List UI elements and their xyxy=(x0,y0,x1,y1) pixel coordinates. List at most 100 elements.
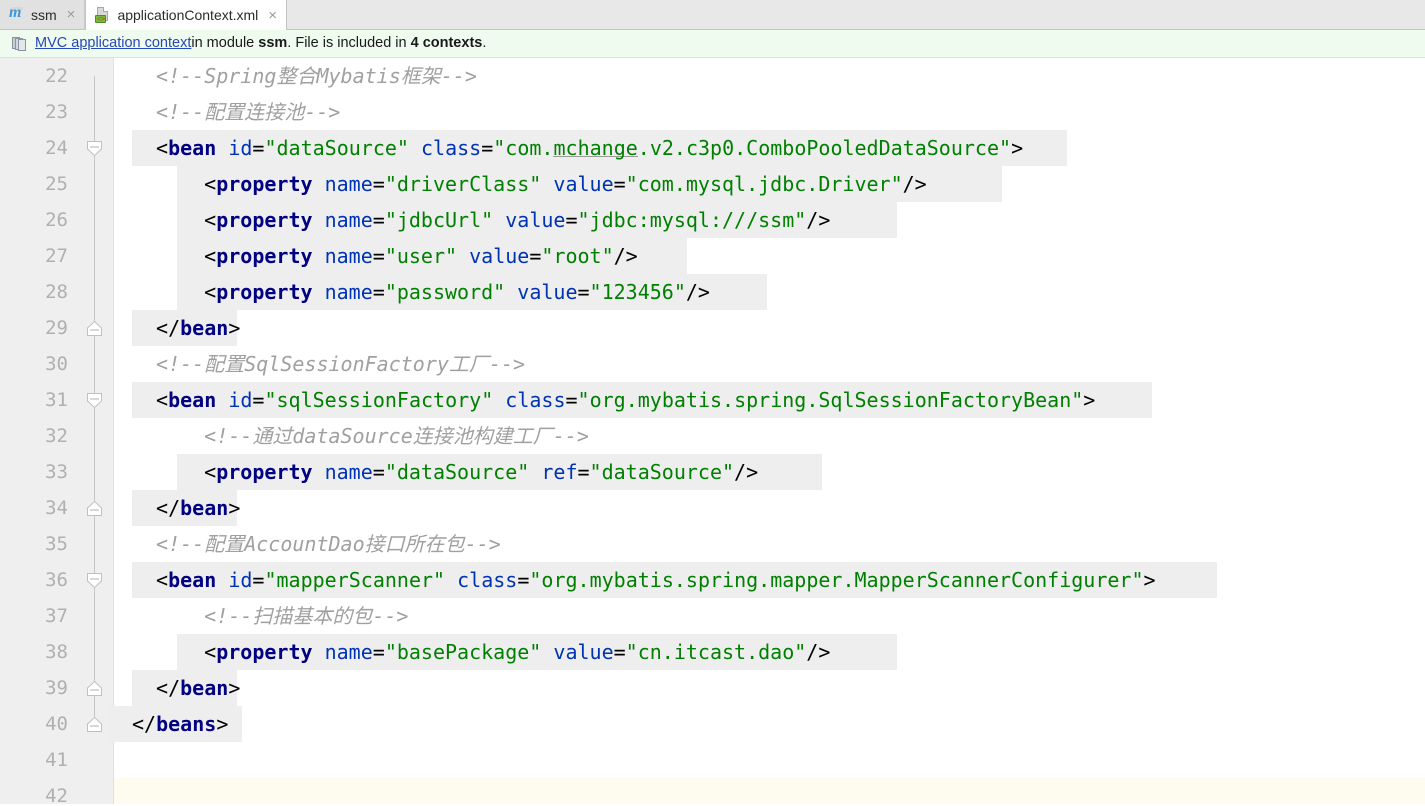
mvc-application-context-link[interactable]: MVC application context xyxy=(35,35,191,51)
code-line[interactable]: <!--通过dataSource连接池构建工厂--> xyxy=(204,418,589,454)
code-token-punct: = xyxy=(252,388,265,412)
code-editor[interactable]: 22 23 24 25 26 27 28 29 30 31 32 33 34 35 36 37 38 39 40 41… xyxy=(0,58,1425,804)
code-token-punct: > xyxy=(1083,388,1096,412)
tab-applicationcontext-xml[interactable]: <> applicationContext.xml × xyxy=(85,0,288,30)
code-token-punct: > xyxy=(228,496,241,520)
code-line[interactable]: <property name="password" value="123456"… xyxy=(204,274,710,310)
code-line[interactable]: <!--配置AccountDao接口所在包--> xyxy=(156,526,501,562)
code-line[interactable]: </bean> xyxy=(156,490,240,526)
xml-file-icon: <> xyxy=(95,7,111,23)
fold-collapse-icon[interactable] xyxy=(86,392,103,409)
code-token-tag: bean xyxy=(180,676,229,700)
code-token-val: "user" xyxy=(384,244,458,268)
code-line[interactable]: <property name="dataSource" ref="dataSou… xyxy=(204,454,758,490)
code-line[interactable]: <bean id="sqlSessionFactory" class="org.… xyxy=(156,382,1095,418)
code-token-punct: /> xyxy=(734,460,759,484)
code-line[interactable]: </bean> xyxy=(156,670,240,706)
code-token-punct: = xyxy=(577,280,590,304)
tab-bar-empty-space xyxy=(287,0,1425,29)
code-token-punct: < xyxy=(204,244,217,268)
code-folding-strip[interactable] xyxy=(78,58,114,804)
code-token-val: .v2.c3p0.ComboPooledDataSource" xyxy=(637,136,1012,160)
code-token-val: "dataSource" xyxy=(384,460,530,484)
close-icon[interactable]: × xyxy=(66,7,77,22)
notification-text-1: in module xyxy=(191,35,259,52)
line-number: 35 xyxy=(45,533,68,555)
code-token-attr: ref xyxy=(541,460,578,484)
code-token-attr: value xyxy=(553,640,614,664)
code-token-punct: = xyxy=(565,208,578,232)
code-token-attr: class xyxy=(505,388,566,412)
fold-end-icon[interactable] xyxy=(86,500,103,517)
code-token-punct: > xyxy=(228,676,241,700)
line-number: 23 xyxy=(45,101,68,123)
code-line[interactable]: <!--Spring整合Mybatis框架--> xyxy=(156,58,477,94)
code-line[interactable]: <property name="driverClass" value="com.… xyxy=(204,166,927,202)
code-token-tag: bean xyxy=(180,316,229,340)
code-token-tag: bean xyxy=(168,388,217,412)
code-token-punct: = xyxy=(577,460,590,484)
close-icon[interactable]: × xyxy=(267,8,278,23)
code-line[interactable]: <!--配置连接池--> xyxy=(156,94,340,130)
code-token-val: "root" xyxy=(541,244,614,268)
line-number: 25 xyxy=(45,173,68,195)
fold-end-icon[interactable] xyxy=(86,320,103,337)
code-line[interactable]: </beans> xyxy=(132,706,228,742)
code-line[interactable]: <bean id="mapperScanner" class="org.myba… xyxy=(156,562,1155,598)
code-token-val: "mapperScanner" xyxy=(264,568,446,592)
code-line[interactable]: </bean> xyxy=(156,310,240,346)
module-icon: m xyxy=(9,3,23,21)
line-number: 30 xyxy=(45,353,68,375)
line-number: 40 xyxy=(45,713,68,735)
code-token-punct: /> xyxy=(902,172,927,196)
fold-end-icon[interactable] xyxy=(86,716,103,733)
notification-message: MVC application contextin module ssm. Fi… xyxy=(35,36,486,51)
code-line[interactable]: <!--扫描基本的包--> xyxy=(204,598,408,634)
code-token-punct: = xyxy=(252,568,265,592)
contexts-icon xyxy=(12,36,28,52)
line-number-gutter: 22 23 24 25 26 27 28 29 30 31 32 33 34 35 36 37 38 39 40 41… xyxy=(0,58,78,804)
module-name: ssm xyxy=(258,35,288,52)
code-token-val: "jdbc:mysql:///ssm" xyxy=(577,208,807,232)
fold-end-icon[interactable] xyxy=(86,680,103,697)
code-token-punct: > xyxy=(1011,136,1024,160)
code-line[interactable]: <property name="basePackage" value="cn.i… xyxy=(204,634,830,670)
code-line[interactable]: <property name="user" value="root"/> xyxy=(204,238,638,274)
code-token-punct: </ xyxy=(156,676,181,700)
code-text-area[interactable]: <!--Spring整合Mybatis框架--> <!--配置连接池--> <bea… xyxy=(107,58,1425,804)
code-token-tag: bean xyxy=(168,568,217,592)
code-token-punct: = xyxy=(372,640,385,664)
line-number: 38 xyxy=(45,641,68,663)
code-token-punct: /> xyxy=(685,280,710,304)
code-token-punct: = xyxy=(481,136,494,160)
code-token-punct: < xyxy=(156,568,169,592)
code-token-val: "org.mybatis.spring.SqlSessionFactoryBea… xyxy=(577,388,1084,412)
code-line[interactable]: <!--配置SqlSessionFactory工厂--> xyxy=(156,346,525,382)
code-line[interactable]: <bean id="dataSource" class="com.mchange… xyxy=(156,130,1023,166)
tab-ssm[interactable]: m ssm × xyxy=(0,0,86,29)
fold-collapse-icon[interactable] xyxy=(86,572,103,589)
code-token-tag: property xyxy=(216,244,313,268)
code-token-punct: = xyxy=(613,640,626,664)
fold-collapse-icon[interactable] xyxy=(86,140,103,157)
code-token-punct: > xyxy=(228,316,241,340)
code-token-punct: = xyxy=(372,460,385,484)
code-token-attr: value xyxy=(505,208,566,232)
code-token-val: "driverClass" xyxy=(384,172,542,196)
code-token-tag: property xyxy=(216,208,313,232)
code-token-punct: = xyxy=(372,208,385,232)
code-line[interactable]: <property name="jdbcUrl" value="jdbc:mys… xyxy=(204,202,830,238)
code-token-tag: property xyxy=(216,172,313,196)
code-token-attr: value xyxy=(469,244,530,268)
code-token-attr: id xyxy=(228,568,253,592)
code-token-attr: name xyxy=(324,172,373,196)
